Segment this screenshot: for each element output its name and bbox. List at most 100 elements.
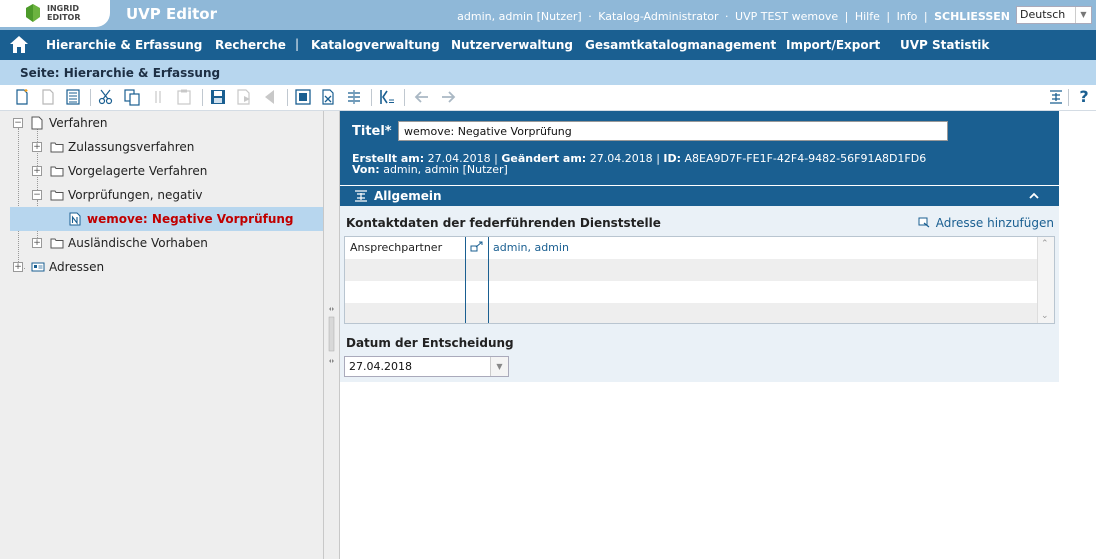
copy-icon[interactable] [123,88,141,106]
separator: | [886,10,891,23]
toolbar-separator [371,89,372,106]
collapse-toggle[interactable]: − [13,118,23,128]
section-title: Allgemein [374,189,442,203]
new-document-icon[interactable] [13,88,31,106]
title-label: Titel* [352,124,392,139]
address-card-icon [31,262,45,272]
folder-icon [50,238,64,249]
toolbar-separator [404,89,405,106]
expand-all-icon[interactable] [1047,88,1065,106]
logo-text: INGRID EDITOR [47,4,81,22]
expand-toggle[interactable]: + [32,142,42,152]
nav-nutzerverwaltung[interactable]: Nutzerverwaltung [451,38,573,52]
tree-item-auslaendische-vorhaben[interactable]: + Ausländische Vorhaben [0,233,323,255]
nav-hierarchie[interactable]: Hierarchie & Erfassung [46,38,202,52]
column-divider [488,237,489,323]
scroll-down-icon[interactable]: ⌄ [1041,311,1049,321]
folder-icon [50,166,64,177]
current-user: admin, admin [Nutzer] [457,10,582,23]
header-user-links: admin, admin [Nutzer] · Katalog-Administ… [457,10,1010,23]
copy-disabled-icon[interactable] [149,88,167,106]
arrow-left-icon[interactable] [413,88,431,106]
page-bar: Seite: Hierarchie & Erfassung [0,60,1096,85]
tree-item-verfahren[interactable]: − Verfahren [0,113,323,135]
back-icon[interactable] [261,88,279,106]
folder-icon [50,190,64,201]
contact-type-cell: Ansprechpartner [350,241,443,254]
help-link[interactable]: Hilfe [855,10,880,23]
expand-toggle[interactable]: + [32,238,42,248]
cut-icon[interactable] [97,88,115,106]
close-link[interactable]: SCHLIESSEN [934,10,1010,23]
tree-item-label: Vorprüfungen, negativ [68,188,203,202]
comment-icon[interactable] [378,88,396,106]
add-address-icon [918,217,930,228]
link-address-icon[interactable] [470,241,484,253]
logo-text-line1: INGRID [47,4,80,13]
table-scrollbar[interactable]: ⌃ ⌄ [1037,237,1054,323]
nav-separator: | [295,37,300,51]
folder-icon [50,142,64,153]
app-logo: INGRID EDITOR [0,0,110,27]
tree-item-vorgelagerte-verfahren[interactable]: + Vorgelagerte Verfahren [0,161,323,183]
table-row[interactable]: Ansprechpartner admin, admin [345,237,1037,259]
nav-recherche[interactable]: Recherche [215,38,286,52]
preview-icon[interactable] [294,88,312,106]
tree-item-label: wemove: Negative Vorprüfung [87,212,294,226]
title-input[interactable] [398,121,948,141]
expand-toggle[interactable]: + [13,262,23,272]
discard-icon[interactable] [235,88,253,106]
top-header: INGRID EDITOR UVP Editor admin, admin [N… [0,0,1096,30]
nav-import-export[interactable]: Import/Export [786,38,880,52]
tree-item-label: Ausländische Vorhaben [68,236,208,250]
tree-item-label: Adressen [49,260,105,274]
paste-icon[interactable] [175,88,193,106]
changed-label: Geändert am: [501,152,587,165]
collapse-toggle[interactable]: − [32,190,42,200]
save-icon[interactable] [209,88,227,106]
chevron-down-icon[interactable]: ▼ [1075,7,1091,23]
chevron-up-icon[interactable] [1027,189,1041,203]
document-icon [31,116,43,130]
delete-icon[interactable] [319,88,337,106]
panel-splitter[interactable] [323,111,340,559]
contact-name-cell[interactable]: admin, admin [493,241,569,254]
table-row[interactable] [345,281,1037,303]
object-owner: Von: admin, admin [Nutzer] [352,163,508,176]
new-copy-icon[interactable] [39,88,57,106]
datum-label: Datum der Entscheidung [346,336,514,350]
nav-uvp-statistik[interactable]: UVP Statistik [900,38,989,52]
language-value: Deutsch [1020,8,1066,21]
tree-item-label: Zulassungsverfahren [68,140,195,154]
chevron-down-icon[interactable]: ▼ [490,357,508,376]
section-icon [355,190,367,202]
expand-toggle[interactable]: + [32,166,42,176]
info-link[interactable]: Info [897,10,918,23]
toolbar-separator [90,89,91,106]
nav-gesamtkatalogmanagement[interactable]: Gesamtkatalogmanagement [585,38,776,52]
add-address-link[interactable]: Adresse hinzufügen [918,216,1054,230]
separator: · [725,10,729,23]
datum-date-field[interactable]: 27.04.2018 ▼ [344,356,509,377]
help-icon[interactable]: ? [1075,88,1093,106]
scroll-up-icon[interactable]: ⌃ [1041,239,1049,249]
tree-item-vorpruefungen-negativ[interactable]: − Vorprüfungen, negativ [0,185,323,207]
tree-item-wemove-negative-vorpruefung[interactable]: wemove: Negative Vorprüfung [0,209,323,231]
tree-item-adressen[interactable]: + Adressen [0,257,323,279]
owner-label: Von: [352,163,380,176]
document-view-icon[interactable] [64,88,82,106]
tree-item-label: Vorgelagerte Verfahren [68,164,208,178]
splitter-grip-icon[interactable] [328,305,335,365]
separator: | [923,10,928,23]
nav-katalogverwaltung[interactable]: Katalogverwaltung [311,38,440,52]
move-icon[interactable] [345,88,363,106]
arrow-right-icon[interactable] [439,88,457,106]
table-row[interactable] [345,259,1037,281]
tree-item-zulassungsverfahren[interactable]: + Zulassungsverfahren [0,137,323,159]
uvp-document-icon [69,212,81,226]
language-select[interactable]: Deutsch ▼ [1016,6,1092,24]
home-icon[interactable] [9,35,29,54]
object-header: Titel* Erstellt am: 27.04.2018 | Geänder… [340,111,1059,185]
table-row[interactable] [345,303,1037,323]
section-header-allgemein[interactable]: Allgemein [340,186,1059,206]
